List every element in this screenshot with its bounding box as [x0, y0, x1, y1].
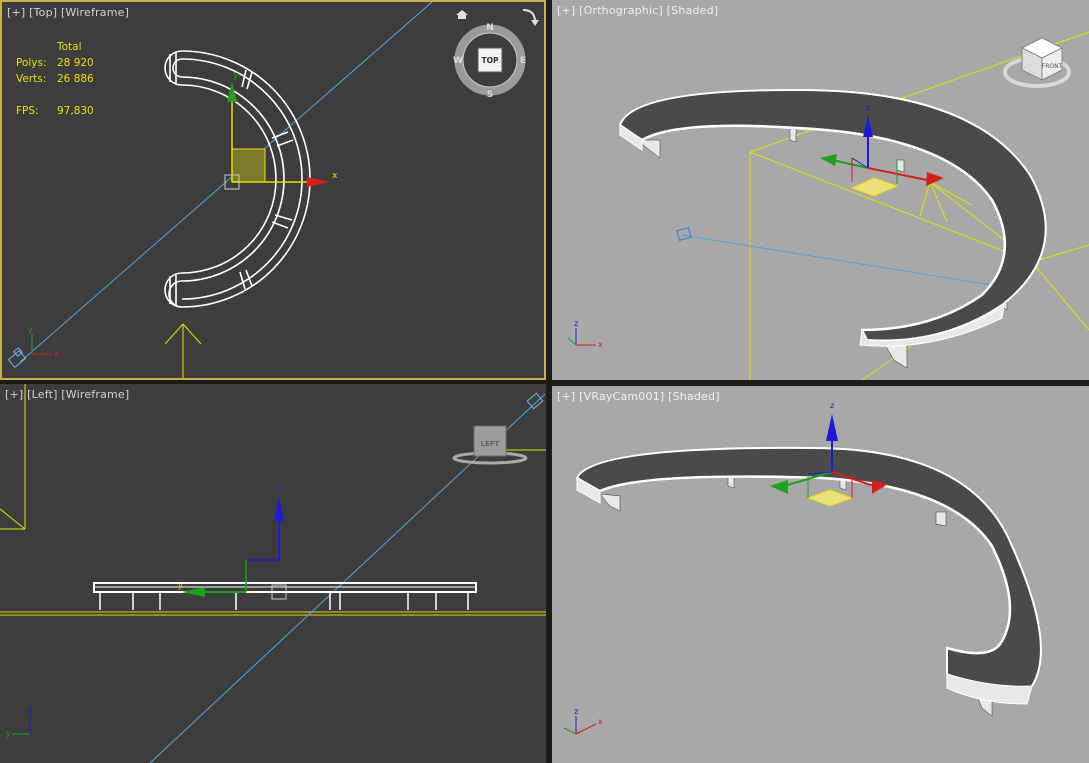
viewcube-top[interactable]: TOP N S E W: [453, 23, 526, 100]
gizmo-axis-y: y: [178, 581, 183, 590]
compass-west: W: [453, 56, 463, 66]
left-viewport-canvas: z y LEFT z y: [0, 384, 546, 763]
axis-label-y: y: [233, 71, 239, 81]
world-axis-tripod-orthographic: [567, 328, 596, 346]
stats-polys-label: Polys:: [16, 57, 47, 69]
world-axis-y: y: [28, 325, 33, 334]
viewport-label[interactable]: [+] [Orthographic] [Shaded]: [557, 4, 718, 17]
compass-south: S: [487, 90, 493, 100]
stats-verts-value: 26 886: [57, 73, 94, 85]
viewcube-front-face-label: FRONT: [1042, 63, 1063, 70]
world-axis-tripod-left: [12, 714, 31, 735]
bench-model-orthographic: [618, 88, 1047, 347]
viewcube-left-face-label: LEFT: [481, 440, 500, 448]
stats-polys-value: 28 920: [57, 57, 94, 69]
world-axis-z: z: [574, 707, 578, 716]
viewport-orthographic[interactable]: z FRONT z x [+] [Orthographic] [Shaded]: [552, 0, 1089, 380]
viewport-camera[interactable]: z z x [+] [VRayCam001] [Shaded]: [552, 386, 1089, 763]
stats-polys-row: Polys: 28 920: [16, 55, 94, 71]
gizmo-axis-z: z: [866, 103, 870, 112]
stats-verts-label: Verts:: [16, 73, 47, 85]
world-axis-tripod-camera: [563, 716, 597, 735]
camera-object-icon: [526, 392, 544, 410]
statistics-overlay: Total Polys: 28 920 Verts: 26 886 FPS: 9…: [16, 39, 94, 119]
camera-target-marker: [164, 323, 202, 378]
viewport-left[interactable]: z y LEFT z y [+] [Left] [Wireframe]: [0, 384, 546, 763]
world-axis-z: z: [574, 319, 578, 328]
world-axis-x: x: [598, 717, 603, 726]
camera-object-icon: [676, 227, 692, 241]
world-axis-x: x: [54, 349, 59, 358]
stats-fps-row: FPS: 97,830: [16, 103, 94, 119]
stats-header: Total: [57, 41, 82, 53]
stats-fps-label: FPS:: [16, 105, 39, 117]
camera-viewport-canvas: z z x: [563, 401, 1042, 735]
rotate-view-icon[interactable]: [522, 9, 539, 26]
world-axis-y: y: [6, 729, 11, 738]
viewport-label[interactable]: [+] [Left] [Wireframe]: [5, 388, 129, 401]
stats-verts-row: Verts: 26 886: [16, 71, 94, 87]
viewcube-orthographic[interactable]: FRONT: [1003, 37, 1071, 88]
world-axis-z: z: [28, 705, 32, 714]
bench-legs: [599, 469, 993, 717]
world-axis-x: x: [598, 340, 603, 349]
viewport-label[interactable]: [+] [Top] [Wireframe]: [7, 6, 129, 19]
viewport-top[interactable]: y x TOP N S E W y x [+] [Top] [Wireframe…: [0, 0, 546, 380]
camera-object-icon: [7, 347, 27, 369]
viewport-label[interactable]: [+] [VRayCam001] [Shaded]: [557, 390, 720, 403]
gizmo-axis-z: z: [277, 483, 281, 492]
bench-model-camera: [575, 446, 1042, 705]
viewcube-top-face-label: TOP: [482, 56, 499, 65]
compass-east: E: [520, 56, 526, 66]
orthographic-viewport-canvas: z FRONT z x: [567, 31, 1089, 380]
compass-north: N: [486, 23, 494, 33]
axis-label-x: x: [332, 171, 338, 181]
gizmo-axis-z: z: [830, 401, 834, 410]
viewcube-left[interactable]: LEFT: [452, 425, 528, 465]
home-icon[interactable]: [456, 10, 468, 19]
bench-wireframe-left: [93, 582, 477, 610]
stats-fps-value: 97,830: [57, 105, 94, 117]
